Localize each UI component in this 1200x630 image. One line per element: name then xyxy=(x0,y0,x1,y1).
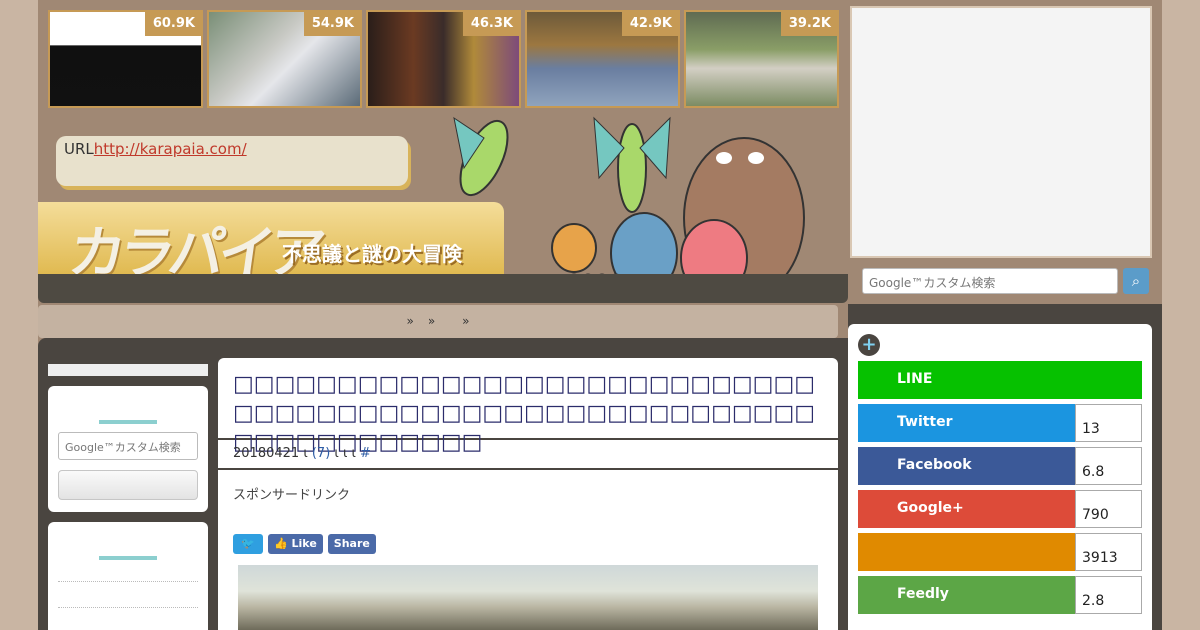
share-row-feedly[interactable]: Feedly 2.8 xyxy=(858,576,1142,614)
article-title[interactable]: □□□□□□□□□□□□□□□□□□□□□□□□□□□□□□□□□□□□□□□□… xyxy=(218,358,838,455)
share-feedly-count: 2.8 xyxy=(1075,576,1142,614)
share-twitter-label: Twitter xyxy=(858,404,1075,442)
thumbnail-item[interactable]: 46.3K xyxy=(366,10,521,108)
view-count: 60.9K xyxy=(144,12,201,36)
url-box: URLhttp://karapaia.com/ xyxy=(56,136,408,186)
ad-placeholder[interactable] xyxy=(850,6,1152,258)
thumbs-up-icon: 👍 xyxy=(274,537,292,550)
thumbnail-item[interactable]: 39.2K xyxy=(684,10,839,108)
twitter-icon: 🐦 xyxy=(241,537,255,550)
share-row-line[interactable]: LINE xyxy=(858,361,1142,399)
search-icon: ⌕ xyxy=(1131,272,1141,290)
share-row-hatena[interactable]: 3913 xyxy=(858,533,1142,571)
sidebar-search-button[interactable] xyxy=(58,470,198,500)
global-nav: » » » xyxy=(38,305,838,338)
share-hatena-label xyxy=(858,533,1075,571)
header-dark-band xyxy=(38,274,848,303)
view-count: 54.9K xyxy=(303,12,360,36)
nav-item[interactable]: » xyxy=(428,314,435,328)
section-divider xyxy=(99,420,157,424)
plus-icon[interactable]: + xyxy=(858,334,880,356)
share-row-googleplus[interactable]: Google+ 790 xyxy=(858,490,1142,528)
url-label: URL xyxy=(64,140,94,158)
search-button[interactable]: ⌕ xyxy=(1123,268,1149,294)
view-count: 46.3K xyxy=(462,12,519,36)
share-line-label: LINE xyxy=(858,361,1142,399)
site-url-link[interactable]: http://karapaia.com/ xyxy=(94,140,247,158)
section-divider xyxy=(99,556,157,560)
thumbnail-item[interactable]: 42.9K xyxy=(525,10,680,108)
sidebar-list-box xyxy=(48,522,208,630)
view-count: 42.9K xyxy=(621,12,678,36)
share-row-facebook[interactable]: Facebook 6.8 xyxy=(858,447,1142,485)
view-count: 39.2K xyxy=(780,12,837,36)
thumbnail-item[interactable]: 60.9K xyxy=(48,10,203,108)
left-sidebar: Google™カスタム検索 xyxy=(48,364,208,630)
facebook-like-button[interactable]: 👍 Like xyxy=(268,534,323,554)
page-wrapper: 60.9K 54.9K 46.3K 42.9K 39.2K URLhttp://… xyxy=(38,0,1162,630)
meta-category: ι ι ι xyxy=(334,446,356,461)
social-share-panel: + LINE Twitter 13 Facebook 6.8 Google+ 7… xyxy=(848,324,1152,630)
list-item[interactable] xyxy=(58,594,198,608)
mascot-characters-illustration xyxy=(453,116,805,299)
share-buttons: 🐦 👍 Like Share xyxy=(233,534,376,554)
sidebar-header-bar xyxy=(48,364,208,376)
tweet-button[interactable]: 🐦 xyxy=(233,534,263,554)
sidebar-search-box: Google™カスタム検索 xyxy=(48,386,208,512)
list-item[interactable] xyxy=(58,568,198,582)
comment-count-link[interactable]: (7) xyxy=(312,446,330,461)
share-row-twitter[interactable]: Twitter 13 xyxy=(858,404,1142,442)
share-feedly-label: Feedly xyxy=(858,576,1075,614)
sidebar-search-input[interactable]: Google™カスタム検索 xyxy=(58,432,198,460)
share-facebook-label: Facebook xyxy=(858,447,1075,485)
share-twitter-count: 13 xyxy=(1075,404,1142,442)
meta-separator: ι xyxy=(303,446,308,461)
nav-item[interactable]: » xyxy=(406,314,413,328)
popular-thumbnails: 60.9K 54.9K 46.3K 42.9K 39.2K xyxy=(48,10,839,108)
nav-item[interactable]: » xyxy=(462,314,469,328)
share-hatena-count: 3913 xyxy=(1075,533,1142,571)
article-date: 20180421 xyxy=(233,446,300,461)
article-hero-image xyxy=(238,565,818,630)
share-facebook-count: 6.8 xyxy=(1075,447,1142,485)
thumbnail-item[interactable]: 54.9K xyxy=(207,10,362,108)
tag-link[interactable]: # xyxy=(360,446,371,461)
sponsored-link-label: スポンサードリンク xyxy=(233,488,351,503)
article-card: □□□□□□□□□□□□□□□□□□□□□□□□□□□□□□□□□□□□□□□□… xyxy=(218,358,838,630)
share-googleplus-count: 790 xyxy=(1075,490,1142,528)
search-input[interactable]: Google™カスタム検索 xyxy=(862,268,1118,294)
share-googleplus-label: Google+ xyxy=(858,490,1075,528)
facebook-share-button[interactable]: Share xyxy=(327,534,376,554)
like-label: Like xyxy=(291,537,317,550)
